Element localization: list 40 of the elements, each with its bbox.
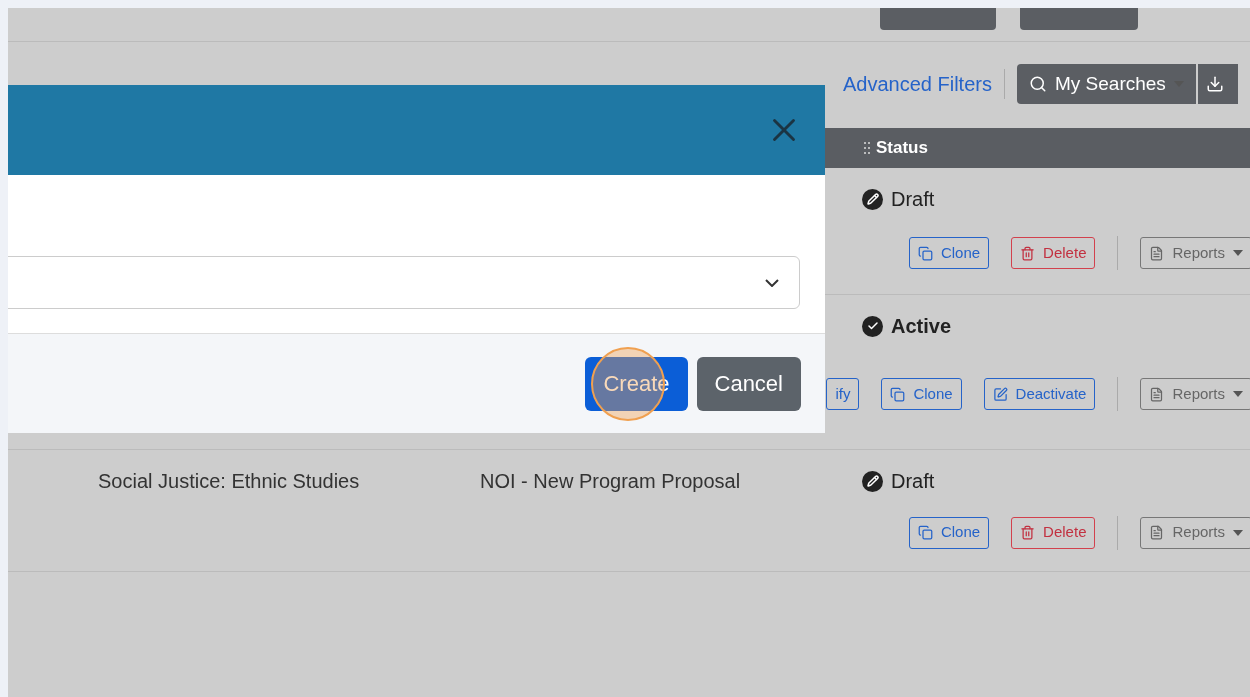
caret-icon <box>1233 391 1243 397</box>
advanced-filters-link[interactable]: Advanced Filters <box>843 69 992 99</box>
document-icon <box>1149 245 1165 261</box>
my-searches-button[interactable]: My Searches <box>1016 64 1196 104</box>
delete-button[interactable]: Delete <box>1011 516 1096 549</box>
check-icon <box>862 315 883 337</box>
search-icon <box>1028 75 1047 93</box>
clone-button[interactable]: Clone <box>881 378 962 410</box>
column-header: Status <box>876 137 928 160</box>
status-label: Draft <box>891 469 935 494</box>
modify-button[interactable]: ify <box>826 378 860 410</box>
chevron-down-icon <box>765 278 779 287</box>
drag-handle-icon[interactable] <box>864 142 870 154</box>
copy-icon <box>890 386 906 402</box>
table-cell: Social Justice: Ethnic Studies <box>98 470 360 492</box>
download-button[interactable] <box>1197 64 1238 104</box>
caret-icon <box>1233 529 1243 536</box>
document-icon <box>1149 525 1165 540</box>
copy-icon <box>917 525 933 540</box>
copy-icon <box>917 245 933 261</box>
document-icon <box>1149 386 1165 402</box>
pencil-icon <box>862 470 883 492</box>
cancel-button[interactable]: Cancel <box>696 356 801 411</box>
trash-icon <box>1020 525 1036 540</box>
delete-button[interactable]: Delete <box>1011 237 1096 269</box>
clone-button[interactable]: Clone <box>908 237 990 269</box>
reports-button[interactable]: Reports <box>1140 516 1250 549</box>
caret-icon <box>1233 250 1243 256</box>
status-label: Active <box>891 314 952 339</box>
download-icon <box>1205 75 1224 93</box>
status-label: Draft <box>891 187 935 212</box>
reports-button[interactable]: Reports <box>1140 378 1250 410</box>
deactivate-button[interactable]: Deactivate <box>983 378 1096 410</box>
select-field[interactable] <box>8 256 800 309</box>
trash-icon <box>1020 245 1036 261</box>
table-cell: NOI - New Program Proposal <box>480 470 741 492</box>
clone-button[interactable]: Clone <box>908 516 990 549</box>
reports-button[interactable]: Reports <box>1140 237 1250 269</box>
edit-icon <box>992 386 1008 402</box>
pencil-icon <box>862 188 883 210</box>
